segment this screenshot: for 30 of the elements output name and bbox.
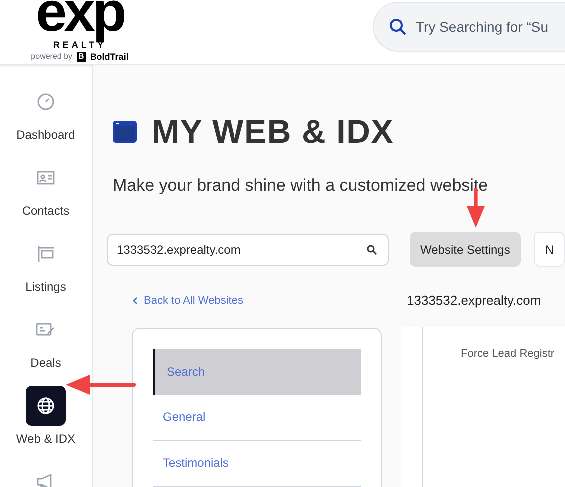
settings-menu-item[interactable]: General bbox=[153, 394, 361, 440]
browser-window-icon bbox=[113, 120, 137, 143]
chevron-left-icon bbox=[133, 296, 138, 305]
back-link[interactable]: Back to All Websites bbox=[133, 292, 407, 309]
header-search-field[interactable]: Try Searching for “Su bbox=[373, 2, 565, 52]
powered-by-text: powered by bbox=[31, 52, 73, 62]
page-title: MY WEB & IDX bbox=[152, 112, 394, 152]
annotation-arrow bbox=[66, 374, 136, 396]
nav-label[interactable]: Deals bbox=[30, 354, 62, 372]
search-icon bbox=[366, 244, 376, 254]
setting-label: Force Lead Registr bbox=[461, 348, 555, 360]
settings-menu-item[interactable]: Testimonials bbox=[153, 440, 361, 486]
site-title: 1333532.exprealty.com bbox=[407, 292, 542, 310]
partner-name: BoldTrail bbox=[90, 52, 129, 62]
contact-card-icon bbox=[36, 171, 55, 185]
document-pen-icon bbox=[36, 322, 56, 338]
globe-icon bbox=[36, 397, 55, 415]
site-search-field[interactable]: 1333532.exprealty.com bbox=[107, 234, 388, 266]
nav-label[interactable]: Dashboard bbox=[16, 126, 76, 144]
gauge-icon bbox=[37, 93, 55, 111]
nav-label[interactable]: Web & IDX bbox=[16, 430, 76, 448]
page-subtitle: Make your brand shine with a customized website bbox=[113, 174, 490, 196]
partner-mark: B bbox=[76, 52, 86, 62]
nav-item[interactable] bbox=[26, 386, 66, 426]
sign-icon bbox=[37, 245, 55, 263]
search-icon bbox=[389, 18, 407, 36]
toolbar-button[interactable]: N bbox=[534, 232, 565, 267]
toolbar-button[interactable]: Website Settings bbox=[410, 232, 522, 267]
nav-label[interactable]: Contacts bbox=[22, 202, 70, 220]
nav-label[interactable]: Listings bbox=[26, 278, 66, 296]
